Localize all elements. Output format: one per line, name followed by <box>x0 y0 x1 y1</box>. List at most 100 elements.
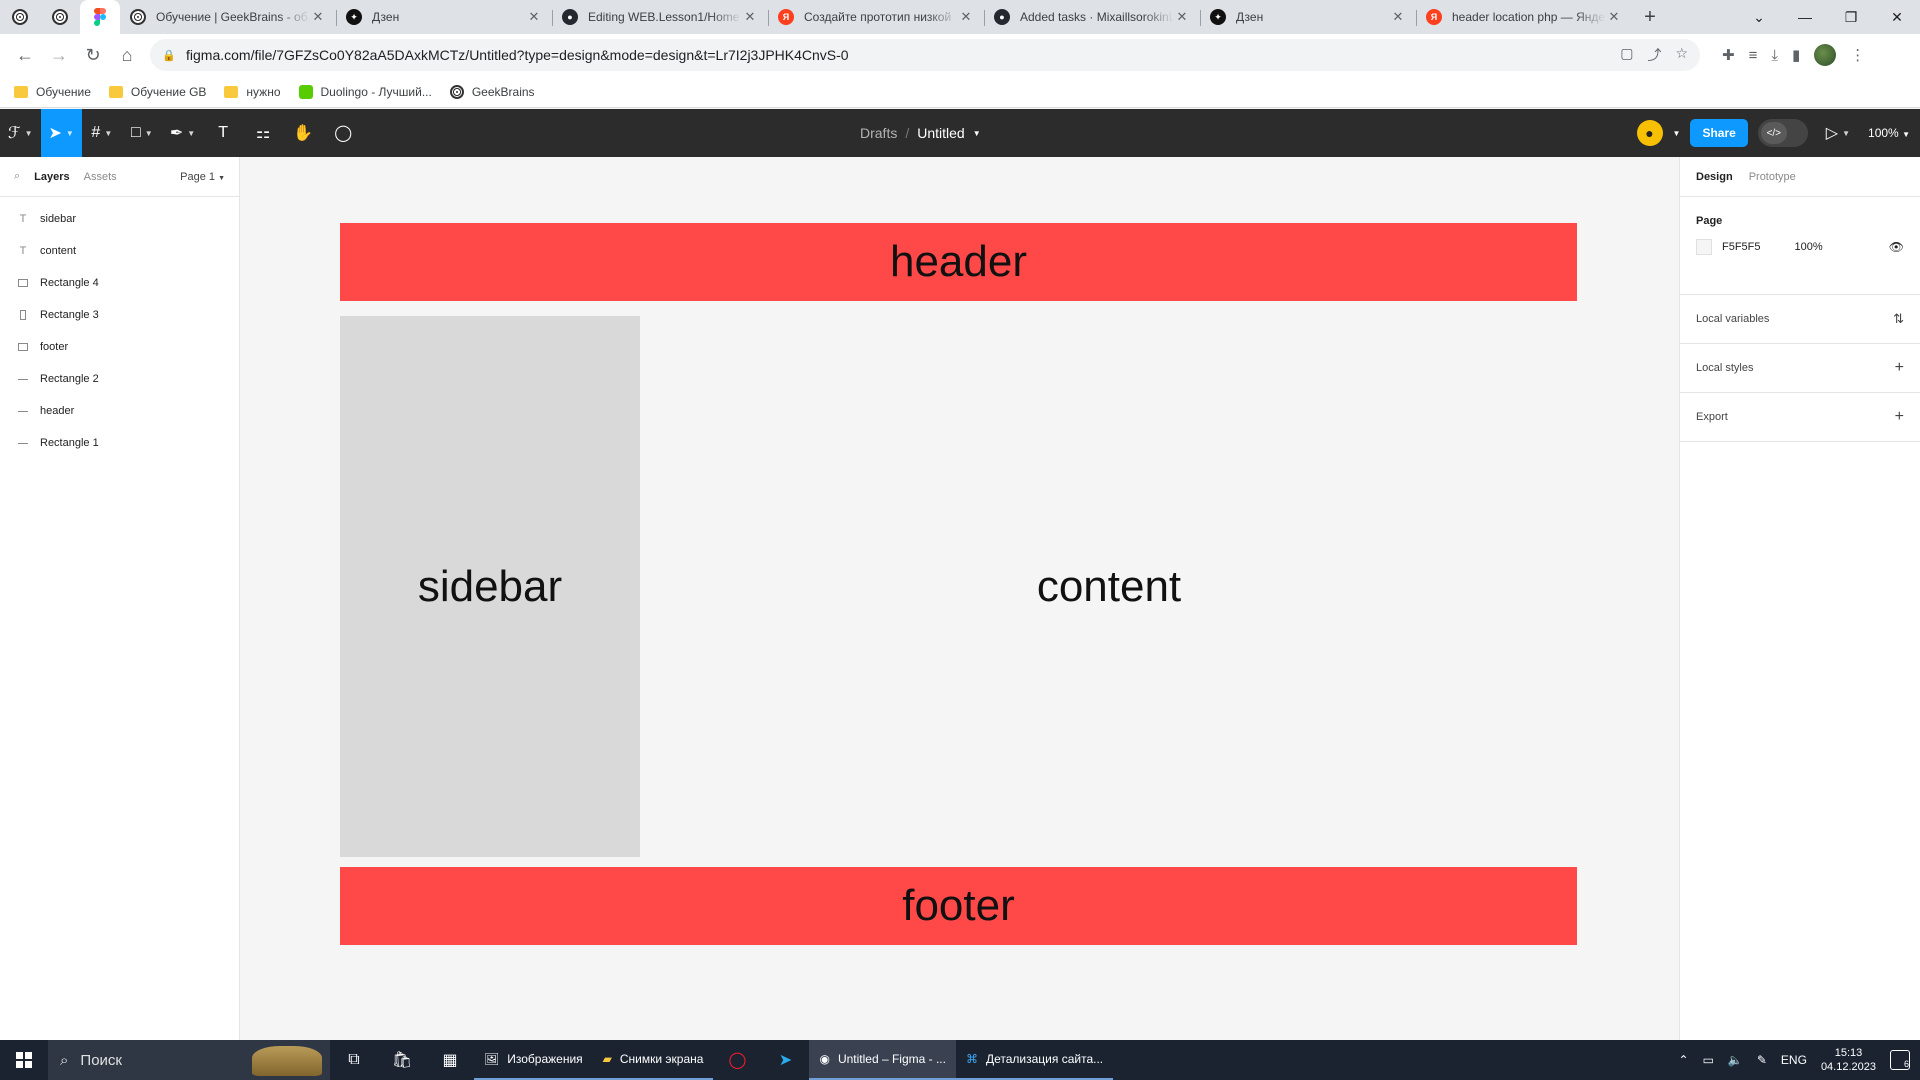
shape-tool-button[interactable]: □ ▼ <box>122 109 162 157</box>
tab-prototype[interactable]: Prototype <box>1749 171 1796 183</box>
canvas-footer-text[interactable]: footer <box>902 881 1015 931</box>
pen-icon[interactable]: ✎ <box>1757 1053 1767 1067</box>
main-menu-button[interactable]: ℱ ▼ <box>0 109 41 157</box>
page-selector[interactable]: Page 1 ▼ <box>180 171 225 183</box>
local-styles-row[interactable]: Local styles + <box>1680 344 1920 393</box>
chevron-down-icon[interactable]: ▼ <box>973 129 981 138</box>
taskbar-app[interactable]: ◉ Untitled – Figma - ... <box>809 1040 956 1080</box>
close-window-button[interactable]: ✕ <box>1874 0 1920 34</box>
close-icon[interactable]: ✕ <box>310 9 326 25</box>
notifications-icon[interactable]: 6 <box>1890 1050 1910 1070</box>
reading-list-icon[interactable]: ≡ <box>1749 47 1758 64</box>
downloads-icon[interactable]: ⤓ <box>1771 47 1778 64</box>
zoom-dropdown[interactable]: 100% ▼ <box>1868 126 1910 140</box>
chevron-down-icon[interactable]: ▼ <box>1673 129 1681 138</box>
pen-tool-button[interactable]: ✒ ▼ <box>162 109 203 157</box>
taskbar-search[interactable]: ⌕ Поиск <box>48 1040 330 1080</box>
start-button[interactable] <box>0 1040 48 1080</box>
telegram-icon[interactable]: ➤ <box>761 1040 809 1080</box>
pinned-tab-figma[interactable] <box>80 0 120 34</box>
plus-icon[interactable]: + <box>1895 408 1904 426</box>
browser-tab[interactable]: ● Editing WEB.Lesson1/Home ✕ <box>552 0 768 34</box>
tab-assets[interactable]: Assets <box>84 171 117 183</box>
page-fill-row[interactable]: F5F5F5 100% 👁 <box>1696 239 1904 255</box>
eye-icon[interactable]: 👁 <box>1889 240 1904 254</box>
open-in-app-icon[interactable]: ▢ <box>1620 45 1633 65</box>
back-button[interactable]: ← <box>8 38 42 72</box>
reload-button[interactable]: ↻ <box>76 38 110 72</box>
opera-icon[interactable]: ◯ <box>713 1040 761 1080</box>
task-view-icon[interactable]: ⧉ <box>330 1040 378 1080</box>
browser-tab[interactable]: Яheader location php — Янде ✕ <box>1416 0 1632 34</box>
layer-item[interactable]: header <box>0 395 239 427</box>
bookmark-item[interactable]: Обучение <box>14 85 91 99</box>
lock-icon[interactable]: 🔒 <box>162 49 176 62</box>
volume-icon[interactable]: 🔈 <box>1728 1053 1743 1067</box>
taskbar-app[interactable]: ⌘ Детализация сайта... <box>955 1040 1114 1080</box>
plus-icon[interactable]: + <box>1895 359 1904 377</box>
hand-tool-button[interactable]: ✋ <box>283 109 323 157</box>
page-color-value[interactable]: F5F5F5 <box>1722 241 1761 253</box>
page-opacity-value[interactable]: 100% <box>1795 241 1823 253</box>
design-canvas[interactable]: header sidebar content footer ? <box>241 157 1909 1040</box>
calculator-icon[interactable]: ▦ <box>426 1040 474 1080</box>
forward-button[interactable]: → <box>42 38 76 72</box>
canvas-sidebar-rect[interactable]: sidebar <box>340 316 640 857</box>
layer-item[interactable]: Rectangle 3 <box>0 299 239 331</box>
store-icon[interactable]: 🛍 <box>378 1040 426 1080</box>
comment-tool-button[interactable]: ◯ <box>323 109 363 157</box>
close-icon[interactable]: ✕ <box>526 9 542 25</box>
bookmark-item[interactable]: Duolingo - Лучший... <box>298 84 432 99</box>
move-tool-button[interactable]: ➤ ▼ <box>40 109 82 157</box>
url-text[interactable]: figma.com/file/7GFZsCo0Y82aA5DAxkMCTz/Un… <box>186 47 1620 63</box>
browser-tab[interactable]: Я Создайте прототип низкой ✕ <box>768 0 984 34</box>
canvas-footer-rect[interactable]: footer <box>340 867 1577 945</box>
canvas-content-area[interactable]: content <box>641 316 1577 857</box>
language-indicator[interactable]: ENG <box>1781 1053 1807 1067</box>
taskbar-app[interactable]: 🖼 Изображения <box>474 1040 593 1080</box>
canvas-content-text[interactable]: content <box>1037 562 1181 612</box>
close-icon[interactable]: ✕ <box>1390 9 1406 25</box>
restore-button[interactable]: ❐ <box>1828 0 1874 34</box>
share-icon[interactable]: ⤴ <box>1647 45 1661 65</box>
taskbar-app[interactable]: ▰ Снимки экрана <box>592 1040 714 1080</box>
close-icon[interactable]: ✕ <box>742 9 758 25</box>
tab-design[interactable]: Design <box>1696 171 1733 183</box>
color-swatch[interactable] <box>1696 239 1712 255</box>
close-icon[interactable]: ✕ <box>1606 9 1622 25</box>
variables-icon[interactable]: ⇅ <box>1893 311 1904 327</box>
text-tool-button[interactable]: T <box>203 109 243 157</box>
search-icon[interactable]: ⌕ <box>14 170 20 183</box>
side-panel-icon[interactable]: ▮ <box>1792 46 1800 64</box>
export-row[interactable]: Export + <box>1680 393 1920 442</box>
bookmark-item[interactable]: GeekBrains <box>449 84 535 99</box>
menu-icon[interactable]: ⋮ <box>1850 46 1865 64</box>
tab-layers[interactable]: Layers <box>34 171 69 183</box>
resources-button[interactable]: ⚏ <box>243 109 283 157</box>
bookmark-item[interactable]: Обучение GB <box>108 85 206 99</box>
clock[interactable]: 15:13 04.12.2023 <box>1821 1046 1876 1074</box>
canvas-header-text[interactable]: header <box>890 237 1027 287</box>
pinned-tab-2[interactable] <box>40 0 80 34</box>
canvas-sidebar-text[interactable]: sidebar <box>418 562 562 612</box>
present-button[interactable]: ▷ ▼ <box>1818 109 1858 157</box>
address-bar[interactable]: 🔒 figma.com/file/7GFZsCo0Y82aA5DAxkMCTz/… <box>150 39 1700 71</box>
bookmark-item[interactable]: нужно <box>224 85 281 99</box>
layer-item[interactable]: Tcontent <box>0 235 239 267</box>
extensions-icon[interactable]: ✚ <box>1722 46 1735 64</box>
minimize-button[interactable]: — <box>1782 0 1828 34</box>
layer-item[interactable]: footer <box>0 331 239 363</box>
chevron-up-icon[interactable]: ⌃ <box>1679 1053 1689 1067</box>
pinned-tab-1[interactable] <box>0 0 40 34</box>
frame-tool-button[interactable]: # ▼ <box>82 109 122 157</box>
share-button[interactable]: Share <box>1690 119 1748 147</box>
bookmark-star-icon[interactable]: ☆ <box>1675 45 1688 65</box>
canvas-header-rect[interactable]: header <box>340 223 1577 301</box>
file-name[interactable]: Untitled <box>917 125 964 141</box>
layer-item[interactable]: Rectangle 4 <box>0 267 239 299</box>
layer-item[interactable]: Rectangle 1 <box>0 427 239 459</box>
layer-item[interactable]: Rectangle 2 <box>0 363 239 395</box>
tab-search-icon[interactable]: ⌄ <box>1736 0 1782 34</box>
home-button[interactable]: ⌂ <box>110 38 144 72</box>
local-variables-row[interactable]: Local variables ⇅ <box>1680 295 1920 344</box>
